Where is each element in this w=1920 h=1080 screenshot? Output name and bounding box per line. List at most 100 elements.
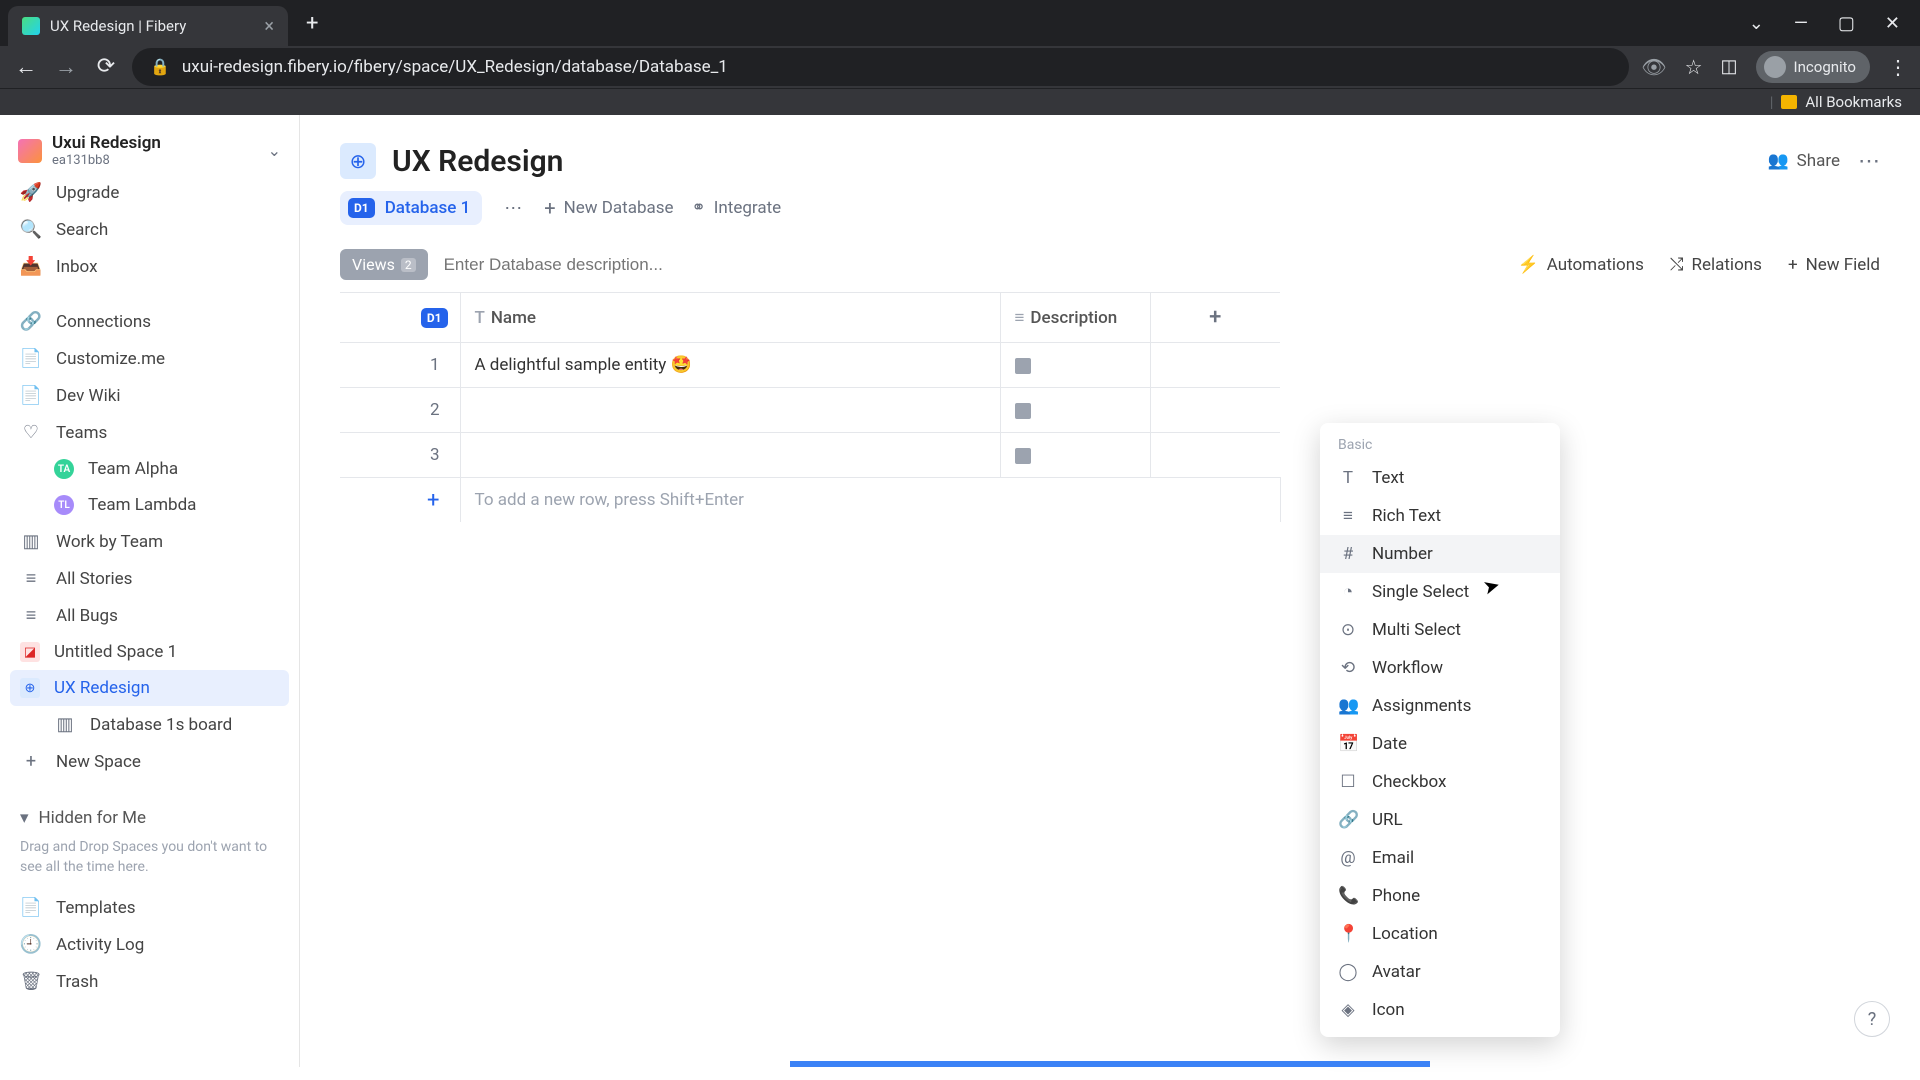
field-type-label: Email	[1372, 848, 1414, 868]
minimize-icon[interactable]: ―	[1794, 13, 1808, 34]
link-icon: 🔗	[20, 311, 42, 332]
cell-desc[interactable]	[1000, 433, 1150, 478]
clock-icon: 🕘	[20, 934, 42, 955]
doc-icon	[1015, 358, 1031, 374]
field-type-checkbox[interactable]: ☐Checkbox	[1320, 763, 1560, 801]
lock-icon: 🔒	[150, 57, 170, 76]
tab-favicon-icon	[22, 17, 40, 35]
upgrade-button[interactable]: 🚀Upgrade	[10, 174, 289, 211]
add-row[interactable]: + To add a new row, press Shift+Enter	[340, 478, 1280, 523]
relations-icon: ⤭	[1670, 255, 1684, 275]
help-button[interactable]: ?	[1854, 1001, 1890, 1037]
field-type-assignments[interactable]: 👥Assignments	[1320, 687, 1560, 725]
browser-tab[interactable]: UX Redesign | Fibery ×	[8, 6, 288, 46]
search-button[interactable]: 🔍Search	[10, 211, 289, 248]
sidebar-item-work-by-team[interactable]: ▥Work by Team	[10, 523, 289, 560]
database-chip[interactable]: D1 Database 1	[340, 191, 482, 225]
doc-icon: 📄	[20, 897, 42, 918]
field-type-location[interactable]: 📍Location	[1320, 915, 1560, 953]
url-bar[interactable]: 🔒 uxui-redesign.fibery.io/fibery/space/U…	[132, 48, 1629, 86]
star-icon[interactable]: ☆	[1685, 55, 1703, 79]
sidebar-item-devwiki[interactable]: 📄Dev Wiki	[10, 377, 289, 414]
workspace-switcher[interactable]: Uxui Redesign ea131bb8 ⌄	[10, 127, 289, 174]
new-database-button[interactable]: +New Database	[544, 196, 673, 220]
cell-desc[interactable]	[1000, 343, 1150, 388]
more-icon[interactable]: ⋯	[1858, 149, 1880, 174]
table-row[interactable]: 3	[340, 433, 1280, 478]
cell-name[interactable]: A delightful sample entity 🤩	[460, 343, 1000, 388]
back-button[interactable]: ←	[12, 54, 40, 80]
add-column-button[interactable]: +	[1150, 293, 1280, 343]
field-type-icon[interactable]: ◈Icon	[1320, 991, 1560, 1029]
sidebar-item-customize[interactable]: 📄Customize.me	[10, 340, 289, 377]
sidebar-item-all-bugs[interactable]: ≡All Bugs	[10, 597, 289, 634]
field-type-avatar[interactable]: ◯Avatar	[1320, 953, 1560, 991]
field-type-phone[interactable]: 📞Phone	[1320, 877, 1560, 915]
sidebar-item-teams[interactable]: ♡Teams	[10, 414, 289, 451]
views-button[interactable]: Views2	[340, 249, 428, 280]
sidebar-item-all-stories[interactable]: ≡All Stories	[10, 560, 289, 597]
sidebar-item-team-alpha[interactable]: TATeam Alpha	[10, 451, 289, 487]
browser-menu-icon[interactable]: ⋮	[1888, 55, 1908, 79]
page-icon[interactable]: ⊕	[340, 143, 376, 179]
new-tab-button[interactable]: +	[306, 11, 318, 36]
search-icon: 🔍	[20, 219, 42, 240]
people-icon: 👥	[1768, 151, 1789, 171]
rocket-icon: 🚀	[20, 182, 42, 203]
cell-name[interactable]	[460, 433, 1000, 478]
integrate-button[interactable]: ⚭Integrate	[692, 198, 782, 218]
col-header-description[interactable]: ≡Description	[1000, 293, 1150, 343]
field-type-label: Single Select	[1372, 582, 1469, 602]
field-type-number[interactable]: #Number	[1320, 535, 1560, 573]
col-header-name[interactable]: TName	[460, 293, 1000, 343]
sidebar-item-connections[interactable]: 🔗Connections	[10, 303, 289, 340]
table-row[interactable]: 1 A delightful sample entity 🤩	[340, 343, 1280, 388]
close-window-icon[interactable]: ✕	[1885, 13, 1900, 34]
hidden-section-toggle[interactable]: ▾ Hidden for Me	[10, 798, 289, 838]
trash-button[interactable]: 🗑Trash	[10, 963, 289, 1000]
share-button[interactable]: 👥Share	[1768, 151, 1841, 171]
chevron-down-icon[interactable]: ⌄	[1749, 13, 1764, 34]
sidebar-item-untitled-space[interactable]: ◪Untitled Space 1	[10, 634, 289, 670]
inbox-button[interactable]: 📥Inbox	[10, 248, 289, 285]
doc-icon	[1015, 448, 1031, 464]
eye-off-icon[interactable]: 👁	[1641, 55, 1666, 79]
sidebar-item-db1-board[interactable]: ▥Database 1s board	[10, 706, 289, 743]
page-title[interactable]: UX Redesign	[392, 144, 563, 179]
sidebar-item-ux-redesign[interactable]: ⊕UX Redesign	[10, 670, 289, 706]
automations-button[interactable]: ⚡Automations	[1518, 255, 1644, 275]
field-type-single-select[interactable]: ◔Single Select	[1320, 573, 1560, 611]
db-more-icon[interactable]: ⋯	[500, 198, 526, 219]
activity-log-button[interactable]: 🕘Activity Log	[10, 926, 289, 963]
all-bookmarks-button[interactable]: All Bookmarks	[1805, 93, 1902, 111]
forward-button[interactable]: →	[52, 54, 80, 80]
plus-icon: +	[20, 751, 42, 772]
toolbar-right: ⚡Automations ⤭Relations +New Field	[1518, 255, 1880, 275]
table-row[interactable]: 2	[340, 388, 1280, 433]
field-type-rich-text[interactable]: ≡Rich Text	[1320, 497, 1560, 535]
description-input[interactable]	[444, 255, 1502, 275]
tab-close-icon[interactable]: ×	[264, 16, 274, 37]
field-type-date[interactable]: 📅Date	[1320, 725, 1560, 763]
field-type-url[interactable]: 🔗URL	[1320, 801, 1560, 839]
field-type-workflow[interactable]: ⟲Workflow	[1320, 649, 1560, 687]
multi-select-icon: ⊙	[1338, 620, 1358, 640]
extensions-icon[interactable]: ◫	[1721, 56, 1738, 77]
field-type-email[interactable]: @Email	[1320, 839, 1560, 877]
incognito-icon	[1764, 56, 1786, 78]
maximize-icon[interactable]: ▢	[1838, 13, 1855, 34]
views-label: Views	[352, 255, 395, 274]
field-type-label: Text	[1372, 468, 1404, 488]
new-space-button[interactable]: +New Space	[10, 743, 289, 780]
relations-button[interactable]: ⤭Relations	[1670, 255, 1762, 275]
reload-button[interactable]: ⟳	[92, 54, 120, 79]
field-type-multi-select[interactable]: ⊙Multi Select	[1320, 611, 1560, 649]
field-type-text[interactable]: TText	[1320, 459, 1560, 497]
new-field-button[interactable]: +New Field	[1788, 255, 1880, 275]
cell-name[interactable]	[460, 388, 1000, 433]
sidebar-item-team-lambda[interactable]: TLTeam Lambda	[10, 487, 289, 523]
templates-button[interactable]: 📄Templates	[10, 889, 289, 926]
dropdown-scroll[interactable]: Basic TText≡Rich Text#Number◔Single Sele…	[1320, 431, 1560, 1037]
cell-desc[interactable]	[1000, 388, 1150, 433]
incognito-badge[interactable]: Incognito	[1756, 51, 1870, 83]
